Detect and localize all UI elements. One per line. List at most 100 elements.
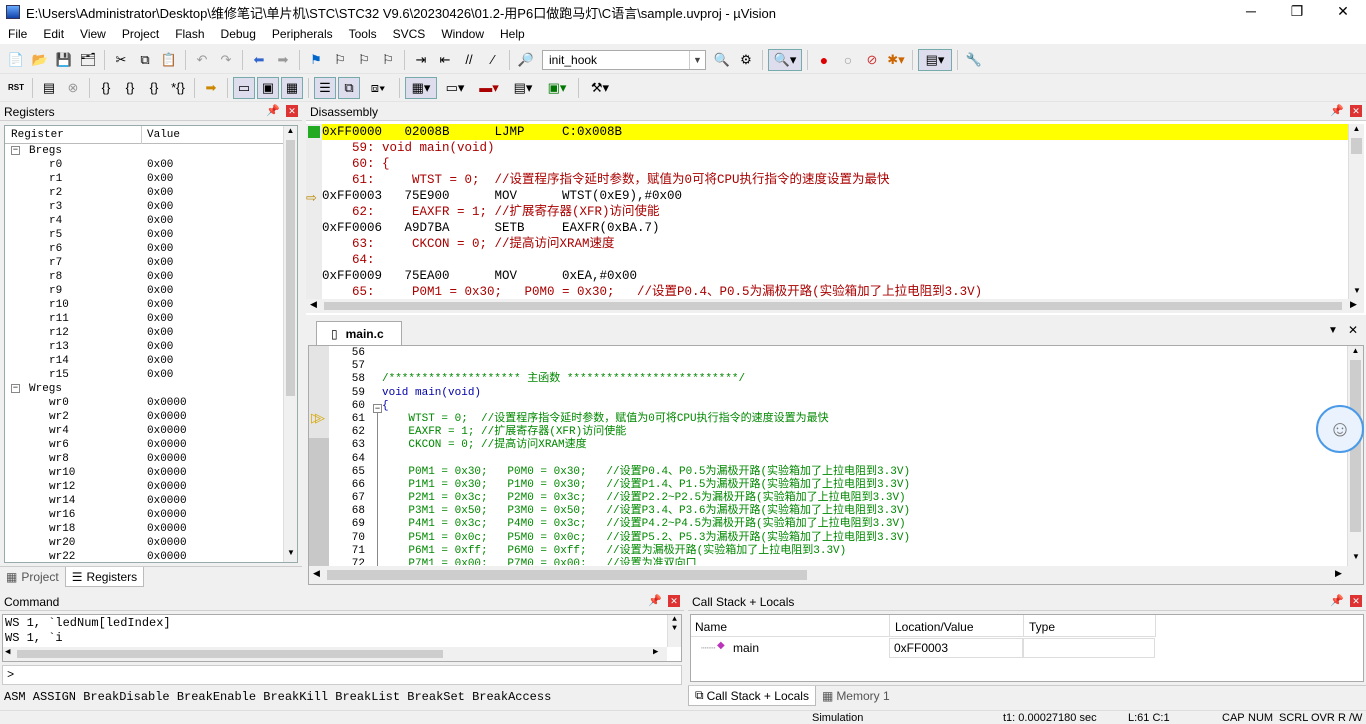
command-window-icon[interactable]: ▭	[233, 76, 255, 99]
memory-window-icon[interactable]: ▦▾	[405, 76, 437, 99]
disassembly-hscroll[interactable]: ◀ ▶	[306, 299, 1364, 313]
register-value[interactable]: 0x00	[147, 200, 173, 214]
code-line[interactable]: 61 WTST = 0; //设置程序指令延时参数，赋值为0可将CPU执行指令的…	[309, 413, 1339, 426]
register-row[interactable]: wr12 0x0000	[5, 480, 297, 494]
code-line[interactable]: 71 P6M1 = 0xff; P6M0 = 0xff; //设置为漏极开路(实…	[309, 545, 1339, 558]
scroll-left-icon[interactable]: ◀	[5, 647, 10, 657]
register-value[interactable]: 0x00	[147, 186, 173, 200]
disassembly-window-icon[interactable]: ▣	[257, 76, 279, 99]
register-row[interactable]: r2 0x00	[5, 186, 297, 200]
register-row[interactable]: wr18 0x0000	[5, 522, 297, 536]
trace-window-icon[interactable]: ▤▾	[507, 77, 539, 99]
scroll-up-icon[interactable]: ▲	[1349, 124, 1364, 138]
command-hscroll[interactable]: ◀ ▶	[3, 647, 667, 661]
toolbox-icon[interactable]: ⚒▾	[584, 77, 616, 99]
code-line[interactable]: 70 P5M1 = 0x0c; P5M0 = 0x0c; //设置P5.2、P5…	[309, 532, 1339, 545]
register-row[interactable]: r9 0x00	[5, 284, 297, 298]
register-row[interactable]: wr0 0x0000	[5, 396, 297, 410]
register-value[interactable]: 0x0000	[147, 522, 187, 536]
code-line[interactable]: 72 P7M1 = 0x00; P7M0 = 0x00; //设置为准双向口	[309, 558, 1339, 565]
register-row[interactable]: r13 0x00	[5, 340, 297, 354]
editor-hscroll[interactable]: ◀ ▶	[309, 566, 1363, 584]
register-value[interactable]: 0x00	[147, 172, 173, 186]
register-value[interactable]: 0x00	[147, 312, 173, 326]
minimize-button[interactable]: ─	[1228, 0, 1274, 24]
configure-icon[interactable]: 🔧	[963, 49, 985, 71]
call-stack-window-icon[interactable]: ⧉	[338, 76, 360, 99]
register-value[interactable]: 0x00	[147, 284, 173, 298]
command-input[interactable]: >	[2, 665, 682, 685]
code-line[interactable]: 60 {	[309, 400, 1339, 413]
table-row[interactable]: ┈┈ ◆ main 0xFF0003	[691, 638, 1155, 658]
column-location[interactable]: Location/Value	[895, 620, 974, 634]
bookmark-prev-icon[interactable]: ⚐	[329, 49, 351, 71]
disassembly-line[interactable]: 60: {	[322, 156, 1348, 172]
register-value[interactable]: 0x0000	[147, 550, 187, 562]
menu-tools[interactable]: Tools	[341, 27, 385, 41]
scroll-up-icon[interactable]: ▲	[1348, 346, 1363, 360]
menu-view[interactable]: View	[72, 27, 114, 41]
pin-icon[interactable]: 📌	[1330, 104, 1344, 117]
register-value[interactable]: 0x0000	[147, 508, 187, 522]
tab-registers[interactable]: ☰ Registers	[64, 567, 145, 587]
register-value[interactable]: 0x0000	[147, 480, 187, 494]
disassembly-line[interactable]: 65: P0M1 = 0x30; P0M0 = 0x30; //设置P0.4、P…	[322, 284, 1348, 300]
register-group[interactable]: − Wregs	[5, 382, 297, 396]
tree-toggle-icon[interactable]: −	[11, 384, 20, 393]
registers-scrollbar[interactable]: ▲ ▼	[283, 126, 297, 562]
editor-code[interactable]: 56 57 58 /******************** 主函数 ********…	[309, 347, 1339, 565]
window-layout-icon[interactable]: ▤▾	[918, 48, 952, 71]
pin-icon[interactable]: 📌	[1330, 594, 1344, 607]
tab-memory[interactable]: ▦ Memory 1	[816, 686, 896, 706]
column-name[interactable]: Name	[695, 620, 727, 634]
code-line[interactable]: 62 EAXFR = 1; //扩展寄存器(XFR)访问使能	[309, 426, 1339, 439]
register-row[interactable]: wr6 0x0000	[5, 438, 297, 452]
register-value[interactable]: 0x00	[147, 158, 173, 172]
register-value[interactable]: 0x0000	[147, 466, 187, 480]
register-row[interactable]: wr4 0x0000	[5, 424, 297, 438]
scroll-down-icon[interactable]: ▼	[1349, 286, 1365, 300]
uncomment-icon[interactable]: ⁄	[482, 49, 504, 71]
reset-icon[interactable]: RST	[5, 77, 27, 99]
maximize-button[interactable]: ❐	[1274, 0, 1320, 24]
step-into-icon[interactable]: {}	[95, 77, 117, 99]
disassembly-line[interactable]: 59: void main(void)	[322, 140, 1348, 156]
close-icon[interactable]: ✕	[1348, 323, 1358, 337]
chevron-down-icon[interactable]: ▼	[689, 50, 705, 69]
editor-vscroll[interactable]: ▲ ▼	[1347, 346, 1363, 566]
registers-window-icon[interactable]: ☰	[314, 76, 336, 99]
register-row[interactable]: r12 0x00	[5, 326, 297, 340]
close-icon[interactable]: ✕	[286, 105, 298, 117]
pin-icon[interactable]: 📌	[266, 104, 280, 117]
register-row[interactable]: r10 0x00	[5, 298, 297, 312]
find-icon[interactable]: 🔍	[711, 49, 733, 71]
close-button[interactable]: ✕	[1320, 0, 1366, 24]
register-row[interactable]: r3 0x00	[5, 200, 297, 214]
symbols-window-icon[interactable]: ▦	[281, 76, 303, 99]
register-value[interactable]: 0x00	[147, 368, 173, 382]
menu-debug[interactable]: Debug	[213, 27, 264, 41]
menu-peripherals[interactable]: Peripherals	[264, 27, 341, 41]
register-value[interactable]: 0x0000	[147, 396, 187, 410]
code-line[interactable]: 59 void main(void)	[309, 387, 1339, 400]
save-icon[interactable]: 💾	[53, 49, 75, 71]
scroll-thumb[interactable]	[286, 140, 295, 396]
incremental-find-icon[interactable]: ⚙	[735, 49, 757, 71]
bookmark-icon[interactable]: ⚑	[305, 49, 327, 71]
system-viewer-icon[interactable]: ▣▾	[541, 77, 573, 99]
disassembly-line[interactable]: 63: CKCON = 0; //提高访问XRAM速度	[322, 236, 1348, 252]
stop-icon[interactable]: ⊗	[62, 77, 84, 99]
register-row[interactable]: wr10 0x0000	[5, 466, 297, 480]
scroll-thumb[interactable]	[1351, 138, 1362, 154]
debug-session-icon[interactable]: 🔍▾	[768, 48, 802, 71]
undo-icon[interactable]: ↶	[191, 49, 213, 71]
step-over-icon[interactable]: {}	[119, 77, 141, 99]
disassembly-line[interactable]: 62: EAXFR = 1; //扩展寄存器(XFR)访问使能	[322, 204, 1348, 220]
scroll-up-icon[interactable]: ▲	[284, 126, 297, 140]
code-line[interactable]: 63 CKCON = 0; //提高访问XRAM速度	[309, 439, 1339, 452]
disassembly-line[interactable]: 0xFF0006 A9D7BA SETB EAXFR(0xBA.7)	[322, 220, 1348, 236]
scroll-up-icon[interactable]: ▲	[668, 615, 681, 624]
paste-icon[interactable]: 📋	[158, 49, 180, 71]
column-type[interactable]: Type	[1029, 620, 1055, 634]
register-row[interactable]: wr22 0x0000	[5, 550, 297, 562]
